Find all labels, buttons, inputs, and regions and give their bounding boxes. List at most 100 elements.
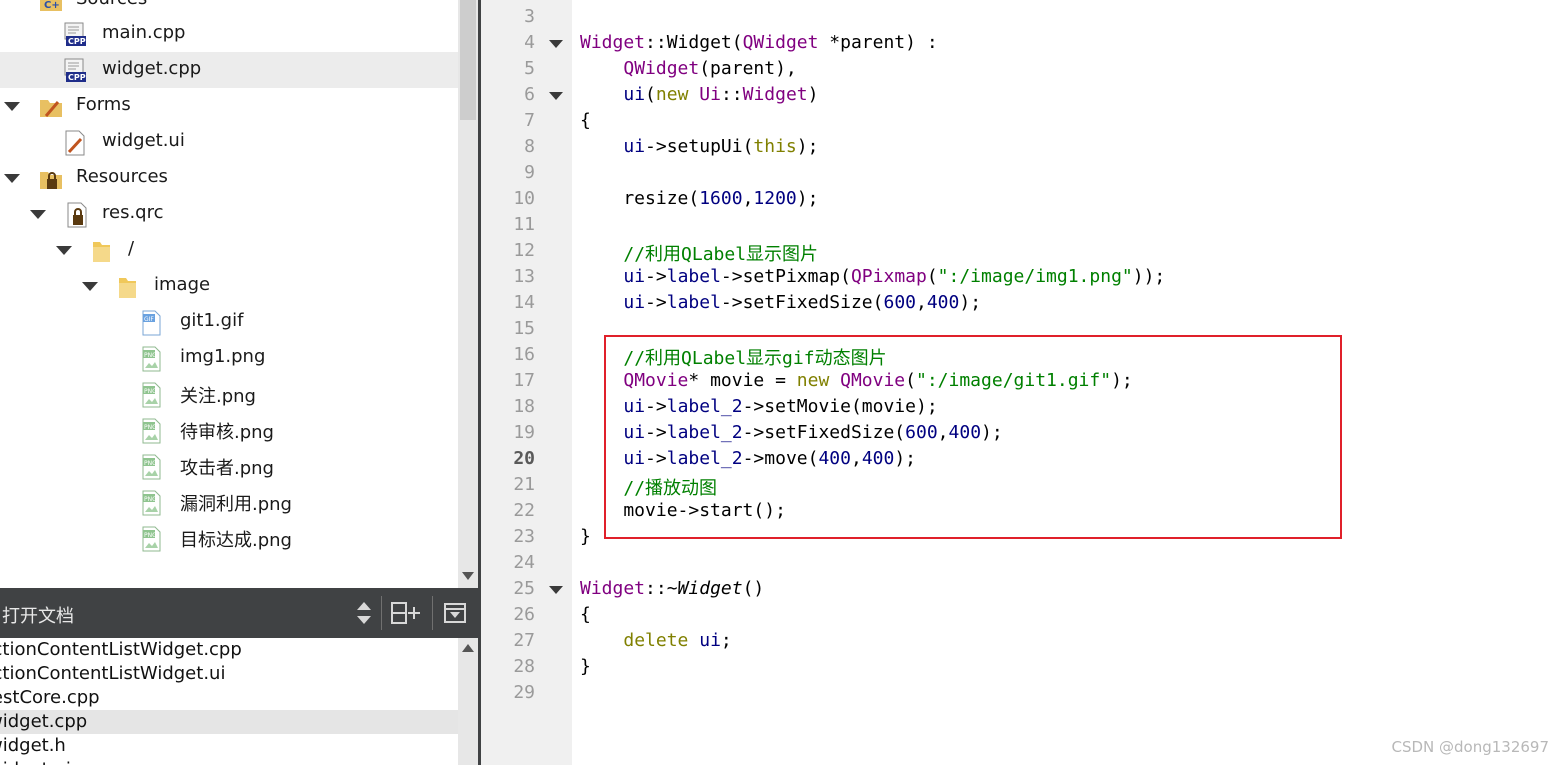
scroll-up-arrow-icon[interactable] bbox=[462, 644, 474, 652]
line-number: 28 bbox=[513, 656, 535, 677]
svg-text:GIF: GIF bbox=[144, 316, 154, 323]
project-tree-scrollbar[interactable] bbox=[458, 0, 478, 588]
expand-arrow-icon[interactable] bbox=[30, 210, 46, 219]
code-token: ( bbox=[731, 32, 743, 53]
tree-item[interactable]: PNG img1.png bbox=[0, 340, 458, 376]
fold-arrow-icon[interactable] bbox=[549, 40, 563, 48]
code-line[interactable]: QMovie* movie = new QMovie(":/image/git1… bbox=[580, 370, 1132, 391]
svg-text:PNG: PNG bbox=[144, 388, 157, 395]
code-token: 1200 bbox=[753, 188, 797, 209]
png-file-icon: PNG bbox=[138, 454, 164, 480]
tree-item[interactable]: PNG 目标达成.png bbox=[0, 520, 458, 556]
code-token: ->setMovie(movie); bbox=[742, 396, 938, 417]
sort-updown-icon[interactable] bbox=[354, 600, 374, 626]
expand-arrow-icon[interactable] bbox=[4, 174, 20, 183]
code-token: ); bbox=[981, 422, 1003, 443]
line-number: 11 bbox=[513, 214, 535, 235]
code-token: ui bbox=[623, 448, 646, 469]
code-line[interactable]: QWidget(parent), bbox=[580, 58, 796, 79]
project-tree[interactable]: C+ Sources CPP main.cpp CPP widget.cpp Forms wi… bbox=[0, 0, 458, 588]
open-document-item[interactable]: widget.h bbox=[0, 734, 458, 758]
tree-item[interactable]: image bbox=[0, 268, 458, 304]
tree-item-label: 漏洞利用.png bbox=[180, 494, 292, 515]
code-editor[interactable]: Widget::Widget(QWidget *parent) : QWidge… bbox=[572, 0, 1563, 765]
line-number: 15 bbox=[513, 318, 535, 339]
tree-item[interactable]: PNG 待审核.png bbox=[0, 412, 458, 448]
code-line[interactable]: { bbox=[580, 110, 591, 131]
tree-item[interactable]: PNG 漏洞利用.png bbox=[0, 484, 458, 520]
tree-item[interactable]: Resources bbox=[0, 160, 458, 196]
line-number: 17 bbox=[513, 370, 535, 391]
tree-item[interactable]: PNG 攻击者.png bbox=[0, 448, 458, 484]
open-documents-scrollbar[interactable] bbox=[458, 638, 478, 765]
code-token: :: bbox=[645, 578, 667, 599]
folder-icon bbox=[114, 274, 140, 300]
open-document-label: widget.cpp bbox=[0, 711, 88, 732]
code-line[interactable]: delete ui; bbox=[580, 630, 731, 651]
close-pane-icon[interactable] bbox=[442, 600, 468, 626]
code-line[interactable]: movie->start(); bbox=[580, 500, 786, 521]
tree-item[interactable]: widget.ui bbox=[0, 124, 458, 160]
tree-item-label: widget.cpp bbox=[102, 58, 202, 79]
expand-arrow-icon[interactable] bbox=[56, 246, 72, 255]
open-document-item[interactable]: SectionContentListWidget.cpp bbox=[0, 638, 458, 662]
svg-text:PNG: PNG bbox=[144, 496, 157, 503]
fold-arrow-icon[interactable] bbox=[549, 92, 563, 100]
cpp-file-icon: CPP bbox=[62, 22, 88, 48]
code-line[interactable]: } bbox=[580, 526, 591, 547]
code-token: ->setFixedSize( bbox=[720, 292, 884, 313]
open-document-item[interactable]: widget.cpp bbox=[0, 710, 458, 734]
line-number: 22 bbox=[513, 500, 535, 521]
code-token: QMovie bbox=[623, 370, 689, 391]
code-token: //利用QLabel显示gif动态图片 bbox=[623, 348, 887, 369]
open-document-item[interactable]: SectionContentListWidget.ui bbox=[0, 662, 458, 686]
svg-text:PNG: PNG bbox=[144, 424, 157, 431]
split-add-icon[interactable] bbox=[390, 600, 422, 626]
code-line[interactable]: ui->label_2->setFixedSize(600,400); bbox=[580, 422, 1003, 443]
code-token: QWidget bbox=[623, 58, 700, 79]
tree-item[interactable]: Forms bbox=[0, 88, 458, 124]
expand-arrow-icon[interactable] bbox=[82, 282, 98, 291]
expand-arrow-icon[interactable] bbox=[4, 102, 20, 111]
tree-item[interactable]: CPP main.cpp bbox=[0, 16, 458, 52]
code-line[interactable]: ui(new Ui::Widget) bbox=[580, 84, 818, 105]
code-line[interactable]: ui->label_2->move(400,400); bbox=[580, 448, 916, 469]
tree-item[interactable]: res.qrc bbox=[0, 196, 458, 232]
code-line[interactable]: ui->setupUi(this); bbox=[580, 136, 818, 157]
fold-arrow-icon[interactable] bbox=[549, 586, 563, 594]
header-separator bbox=[381, 596, 382, 630]
gif-file-icon: GIF bbox=[138, 310, 164, 336]
scroll-down-arrow-icon[interactable] bbox=[462, 572, 474, 580]
tree-item[interactable]: CPP widget.cpp bbox=[0, 52, 458, 88]
code-line[interactable]: //利用QLabel显示图片 bbox=[580, 240, 818, 266]
scrollbar-thumb[interactable] bbox=[460, 0, 476, 120]
tree-item[interactable]: GIF git1.gif bbox=[0, 304, 458, 340]
code-line[interactable]: //利用QLabel显示gif动态图片 bbox=[580, 344, 887, 370]
code-line[interactable]: //播放动图 bbox=[580, 474, 717, 500]
open-document-item[interactable]: widget.ui bbox=[0, 758, 458, 765]
code-line[interactable]: Widget::~Widget() bbox=[580, 578, 764, 599]
code-line[interactable]: Widget::Widget(QWidget *parent) : bbox=[580, 32, 938, 53]
code-line[interactable]: ui->label->setPixmap(QPixmap(":/image/im… bbox=[580, 266, 1165, 287]
tree-item[interactable]: PNG 关注.png bbox=[0, 376, 458, 412]
code-token: , bbox=[937, 422, 949, 443]
tree-item-label: img1.png bbox=[180, 346, 266, 367]
open-document-item[interactable]: TestCore.cpp bbox=[0, 686, 458, 710]
open-documents-list[interactable]: SectionContentListWidget.cpp SectionConte… bbox=[0, 638, 458, 765]
tree-item[interactable]: / bbox=[0, 232, 458, 268]
code-line[interactable]: ui->label->setFixedSize(600,400); bbox=[580, 292, 981, 313]
code-token: -> bbox=[645, 396, 667, 417]
line-number: 3 bbox=[524, 6, 535, 27]
code-line[interactable]: resize(1600,1200); bbox=[580, 188, 818, 209]
code-line[interactable]: ui->label_2->setMovie(movie); bbox=[580, 396, 938, 417]
code-line[interactable]: } bbox=[580, 656, 591, 677]
code-line[interactable]: { bbox=[580, 604, 591, 625]
code-token: , bbox=[742, 188, 754, 209]
code-token: QPixmap bbox=[850, 266, 927, 287]
